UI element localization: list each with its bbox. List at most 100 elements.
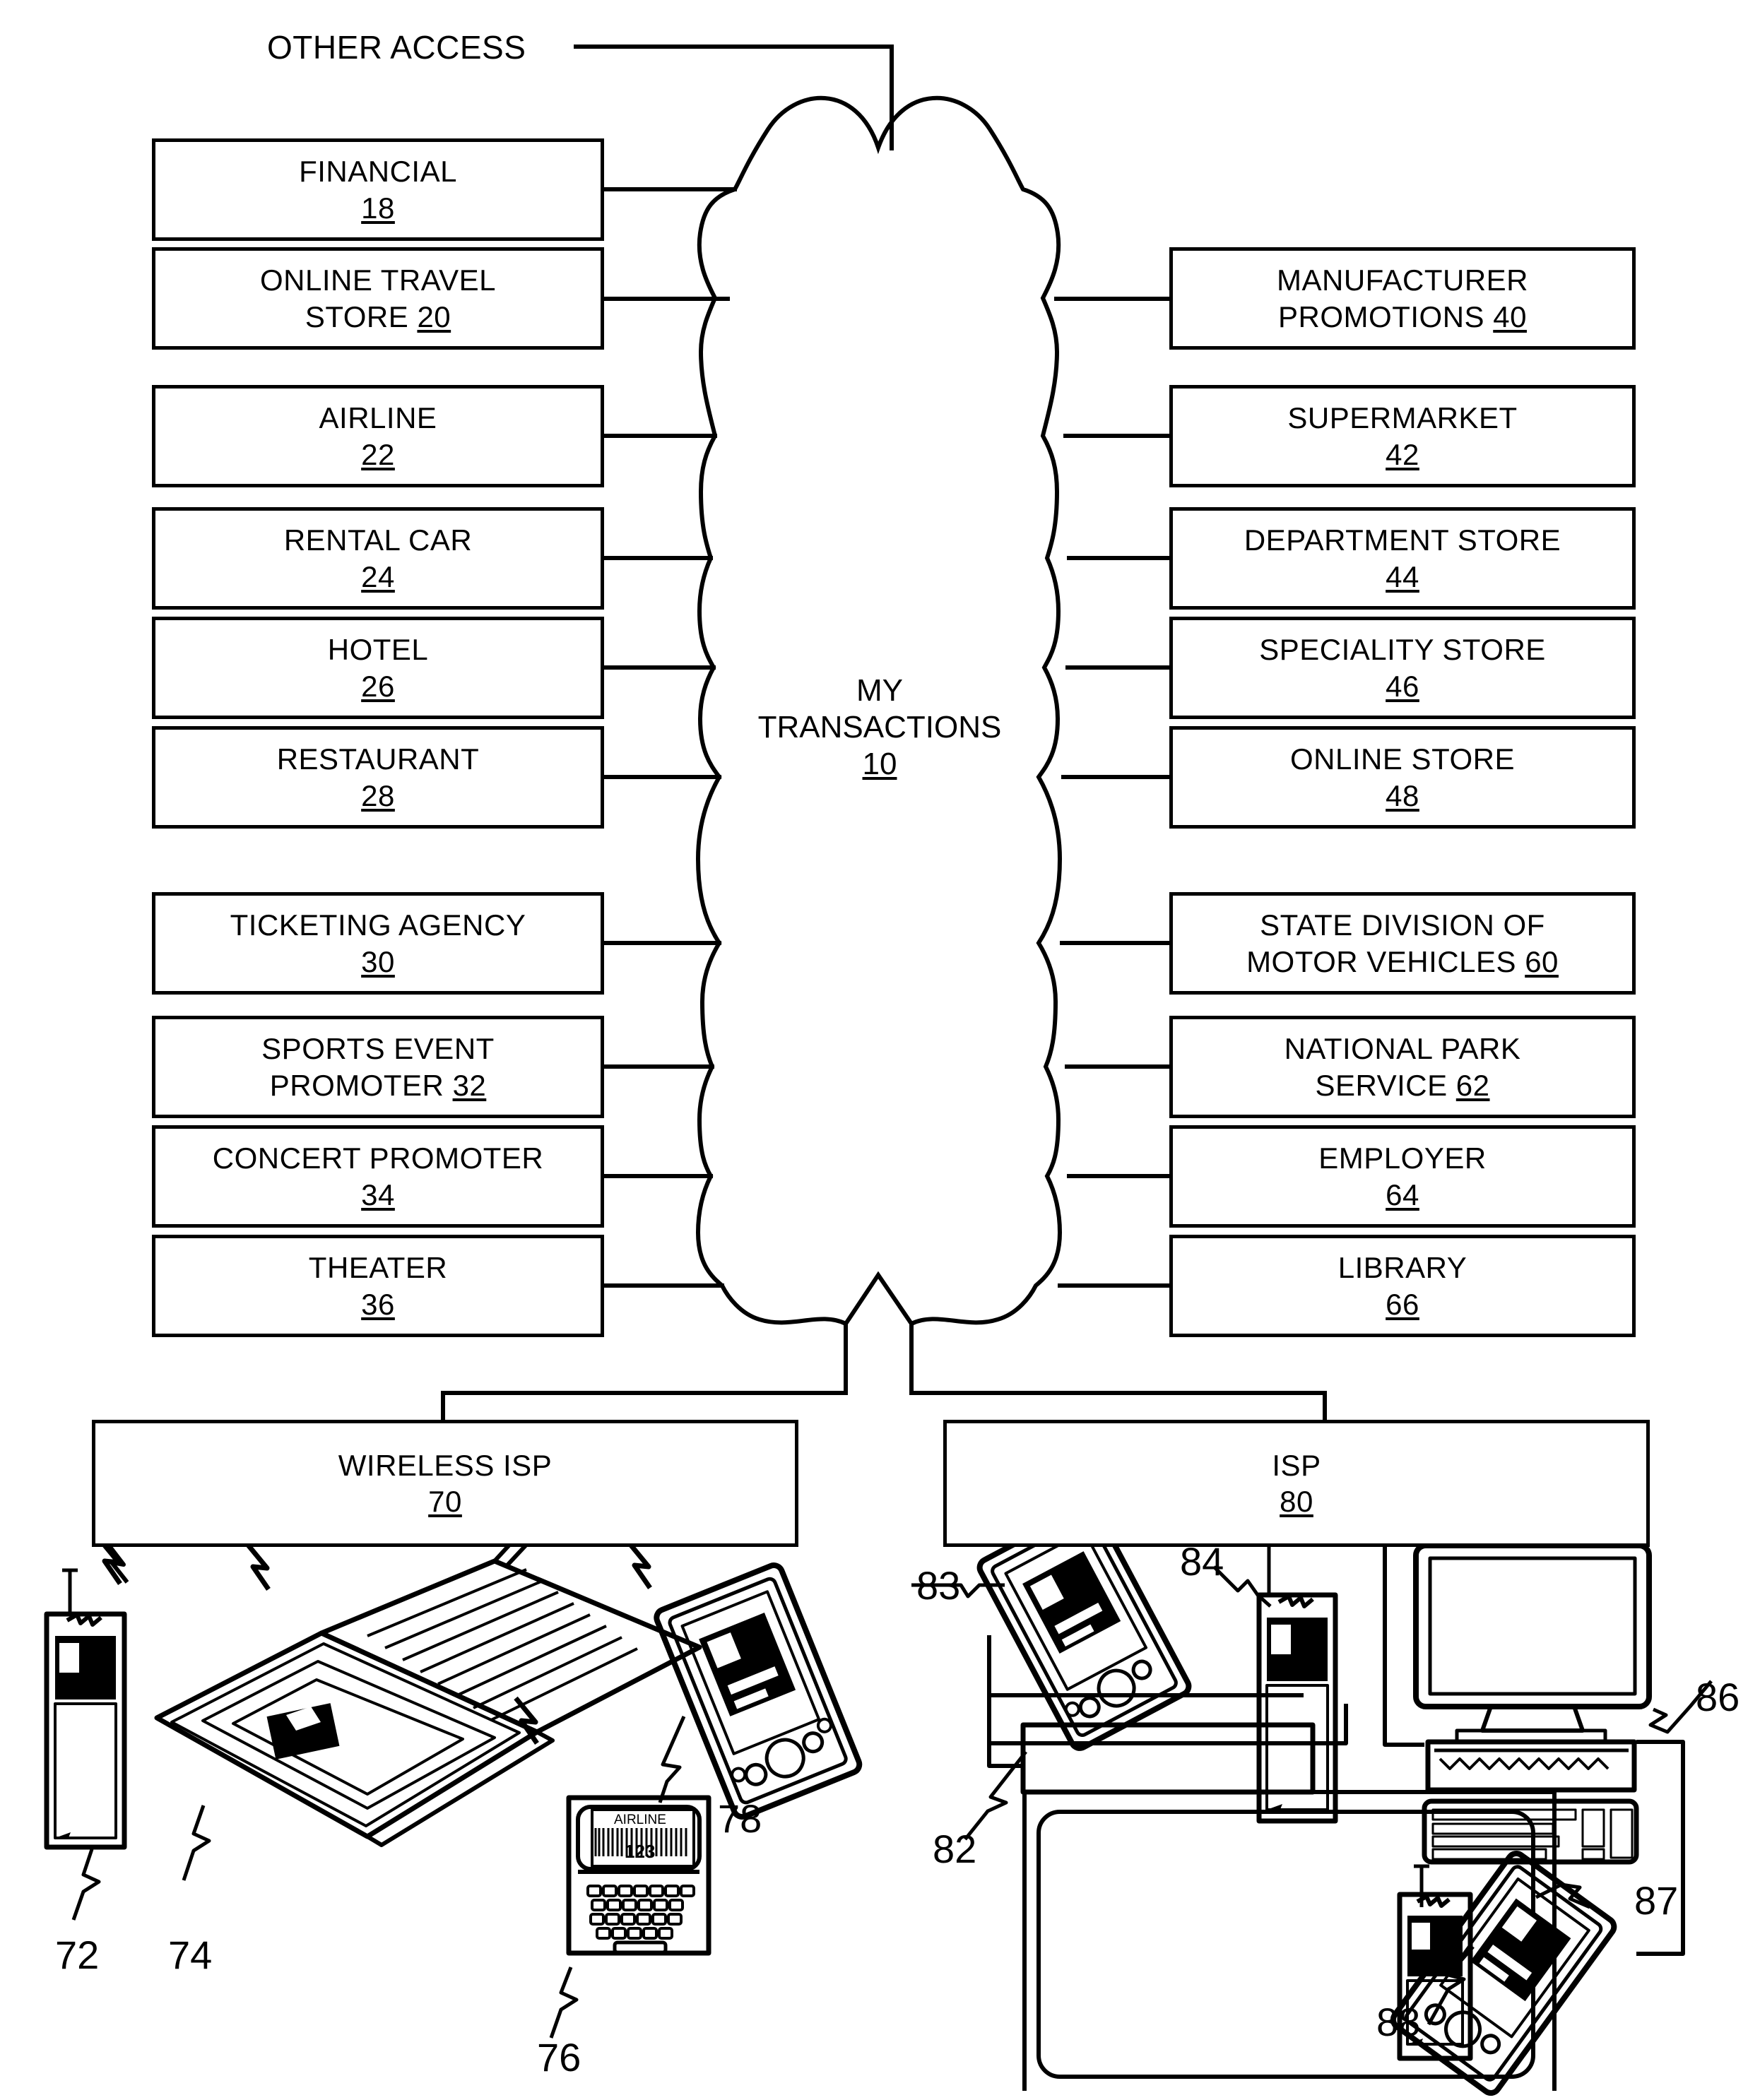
node-box-state-division-motor-vehicles[interactable]: STATE DIVISION OF MOTOR VEHICLES 60 bbox=[1169, 892, 1636, 995]
node-ref: 70 bbox=[428, 1485, 462, 1518]
node-ref: 22 bbox=[361, 437, 395, 471]
leader-78 bbox=[658, 1715, 686, 1803]
node-label: SPECIALITY STORE bbox=[1259, 633, 1546, 667]
node-label: DEPARTMENT STORE bbox=[1244, 523, 1561, 557]
node-ref: 20 bbox=[417, 299, 451, 333]
ref-number-83: 83 bbox=[916, 1563, 961, 1608]
node-label: HOTEL bbox=[327, 633, 429, 667]
node-label: SPORTS EVENT bbox=[261, 1032, 495, 1066]
node-box-airline[interactable]: AIRLINE 22 bbox=[152, 385, 604, 487]
other-access-label: OTHER ACCESS bbox=[267, 29, 526, 66]
node-box-theater[interactable]: THEATER 36 bbox=[152, 1235, 604, 1337]
node-label: CONCERT PROMOTER bbox=[212, 1141, 544, 1175]
node-label: MANUFACTURER bbox=[1276, 263, 1528, 297]
node-ref: 48 bbox=[1386, 778, 1419, 812]
cloud-ref: 10 bbox=[862, 746, 897, 781]
ref-number-72: 72 bbox=[55, 1933, 100, 1977]
node-ref: 60 bbox=[1525, 944, 1559, 978]
node-box-financial[interactable]: FINANCIAL 18 bbox=[152, 138, 604, 241]
signal-bolt-76 bbox=[514, 1696, 539, 1745]
signal-bolt-74 bbox=[245, 1542, 271, 1591]
node-label-2: PROMOTIONS 40 bbox=[1278, 299, 1527, 333]
node-box-ticketing-agency[interactable]: TICKETING AGENCY 30 bbox=[152, 892, 604, 995]
device-84-phone bbox=[1256, 1536, 1338, 1824]
node-label: RENTAL CAR bbox=[283, 523, 473, 557]
keyboard-86 bbox=[1431, 1808, 1634, 1861]
laptop-keyboard-76 bbox=[586, 1885, 695, 1954]
node-label: SUPERMARKET bbox=[1287, 401, 1518, 435]
node-label: RESTAURANT bbox=[276, 742, 480, 776]
node-box-concert-promoter[interactable]: CONCERT PROMOTER 34 bbox=[152, 1125, 604, 1228]
node-ref: 24 bbox=[361, 559, 395, 593]
ref-number-86: 86 bbox=[1696, 1675, 1740, 1719]
node-label: AIRLINE bbox=[319, 401, 437, 435]
node-box-isp[interactable]: ISP 80 bbox=[943, 1420, 1650, 1547]
node-label: ISP bbox=[1272, 1448, 1321, 1482]
leader-72 bbox=[71, 1849, 101, 1921]
node-label-2: SERVICE 62 bbox=[1315, 1068, 1490, 1102]
node-label: LIBRARY bbox=[1337, 1251, 1467, 1285]
node-label-2: STORE 20 bbox=[305, 299, 451, 333]
node-label-2: MOTOR VEHICLES 60 bbox=[1246, 944, 1559, 978]
node-box-supermarket[interactable]: SUPERMARKET 42 bbox=[1169, 385, 1636, 487]
node-label: THEATER bbox=[308, 1251, 448, 1285]
node-box-manufacturer-promotions[interactable]: MANUFACTURER PROMOTIONS 40 bbox=[1169, 247, 1636, 350]
ref-number-84: 84 bbox=[1180, 1539, 1224, 1584]
leader-76 bbox=[549, 1966, 579, 2039]
laptop-screen-title: AIRLINE bbox=[614, 1813, 666, 1827]
node-box-department-store[interactable]: DEPARTMENT STORE 44 bbox=[1169, 507, 1636, 610]
ref-number-88: 88 bbox=[1376, 2000, 1421, 2044]
device-87-pda bbox=[1390, 1851, 1617, 2096]
node-ref: 44 bbox=[1386, 559, 1419, 593]
node-ref: 62 bbox=[1455, 1068, 1490, 1102]
node-ref: 34 bbox=[361, 1177, 395, 1211]
leader-87 bbox=[1535, 1882, 1590, 1909]
node-label-2: PROMOTER 32 bbox=[269, 1068, 487, 1102]
connector-wireless-isp bbox=[441, 1322, 848, 1422]
node-box-online-store[interactable]: ONLINE STORE 48 bbox=[1169, 726, 1636, 829]
cloud-label-my-transactions: MY TRANSACTIONS 10 bbox=[714, 672, 1046, 783]
node-label: ONLINE TRAVEL bbox=[259, 263, 497, 297]
node-ref: 28 bbox=[361, 778, 395, 812]
node-ref: 66 bbox=[1386, 1287, 1419, 1321]
node-ref: 46 bbox=[1386, 669, 1419, 703]
ref-number-87: 87 bbox=[1634, 1878, 1679, 1923]
node-label: WIRELESS ISP bbox=[338, 1448, 553, 1482]
node-box-employer[interactable]: EMPLOYER 64 bbox=[1169, 1125, 1636, 1228]
node-ref: 64 bbox=[1386, 1177, 1419, 1211]
node-box-national-park-service[interactable]: NATIONAL PARK SERVICE 62 bbox=[1169, 1016, 1636, 1118]
patent-figure-page: OTHER ACCESS FINANCIAL 18 ONLINE TRAVEL … bbox=[0, 0, 1760, 2100]
node-label: TICKETING AGENCY bbox=[230, 908, 526, 942]
node-box-online-travel-store[interactable]: ONLINE TRAVEL STORE 20 bbox=[152, 247, 604, 350]
node-ref: 42 bbox=[1386, 437, 1419, 471]
leader-74 bbox=[182, 1805, 211, 1881]
node-box-wireless-isp[interactable]: WIRELESS ISP 70 bbox=[92, 1420, 798, 1547]
node-box-sports-event-promoter[interactable]: SPORTS EVENT PROMOTER 32 bbox=[152, 1016, 604, 1118]
device-72-phone bbox=[44, 1568, 127, 1850]
node-ref: 32 bbox=[452, 1068, 487, 1102]
node-label: STATE DIVISION OF bbox=[1260, 908, 1545, 942]
signal-bolt-78 bbox=[627, 1541, 652, 1589]
node-label: NATIONAL PARK bbox=[1284, 1032, 1521, 1066]
device-82-settop bbox=[987, 1635, 1557, 2091]
leader-88 bbox=[1427, 1945, 1475, 2026]
ref-number-78: 78 bbox=[718, 1796, 762, 1841]
node-ref: 30 bbox=[361, 944, 395, 978]
node-ref: 40 bbox=[1493, 299, 1527, 333]
cloud-line1: MY bbox=[856, 673, 903, 708]
cloud-line2: TRANSACTIONS bbox=[757, 709, 1002, 745]
ref-number-76: 76 bbox=[537, 2035, 581, 2080]
node-ref: 80 bbox=[1280, 1485, 1313, 1518]
node-label: FINANCIAL bbox=[299, 155, 457, 189]
node-box-speciality-store[interactable]: SPECIALITY STORE 46 bbox=[1169, 617, 1636, 719]
device-74-folio bbox=[154, 1517, 702, 1847]
node-box-library[interactable]: LIBRARY 66 bbox=[1169, 1235, 1636, 1337]
node-box-hotel[interactable]: HOTEL 26 bbox=[152, 617, 604, 719]
node-box-rental-car[interactable]: RENTAL CAR 24 bbox=[152, 507, 604, 610]
device-78-pda bbox=[654, 1562, 863, 1820]
device-illustrations bbox=[44, 1502, 1713, 2096]
node-label: ONLINE STORE bbox=[1290, 742, 1515, 776]
laptop-screen-code: 123 bbox=[625, 1841, 656, 1862]
node-box-restaurant[interactable]: RESTAURANT 28 bbox=[152, 726, 604, 829]
ref-number-82: 82 bbox=[933, 1827, 977, 1871]
